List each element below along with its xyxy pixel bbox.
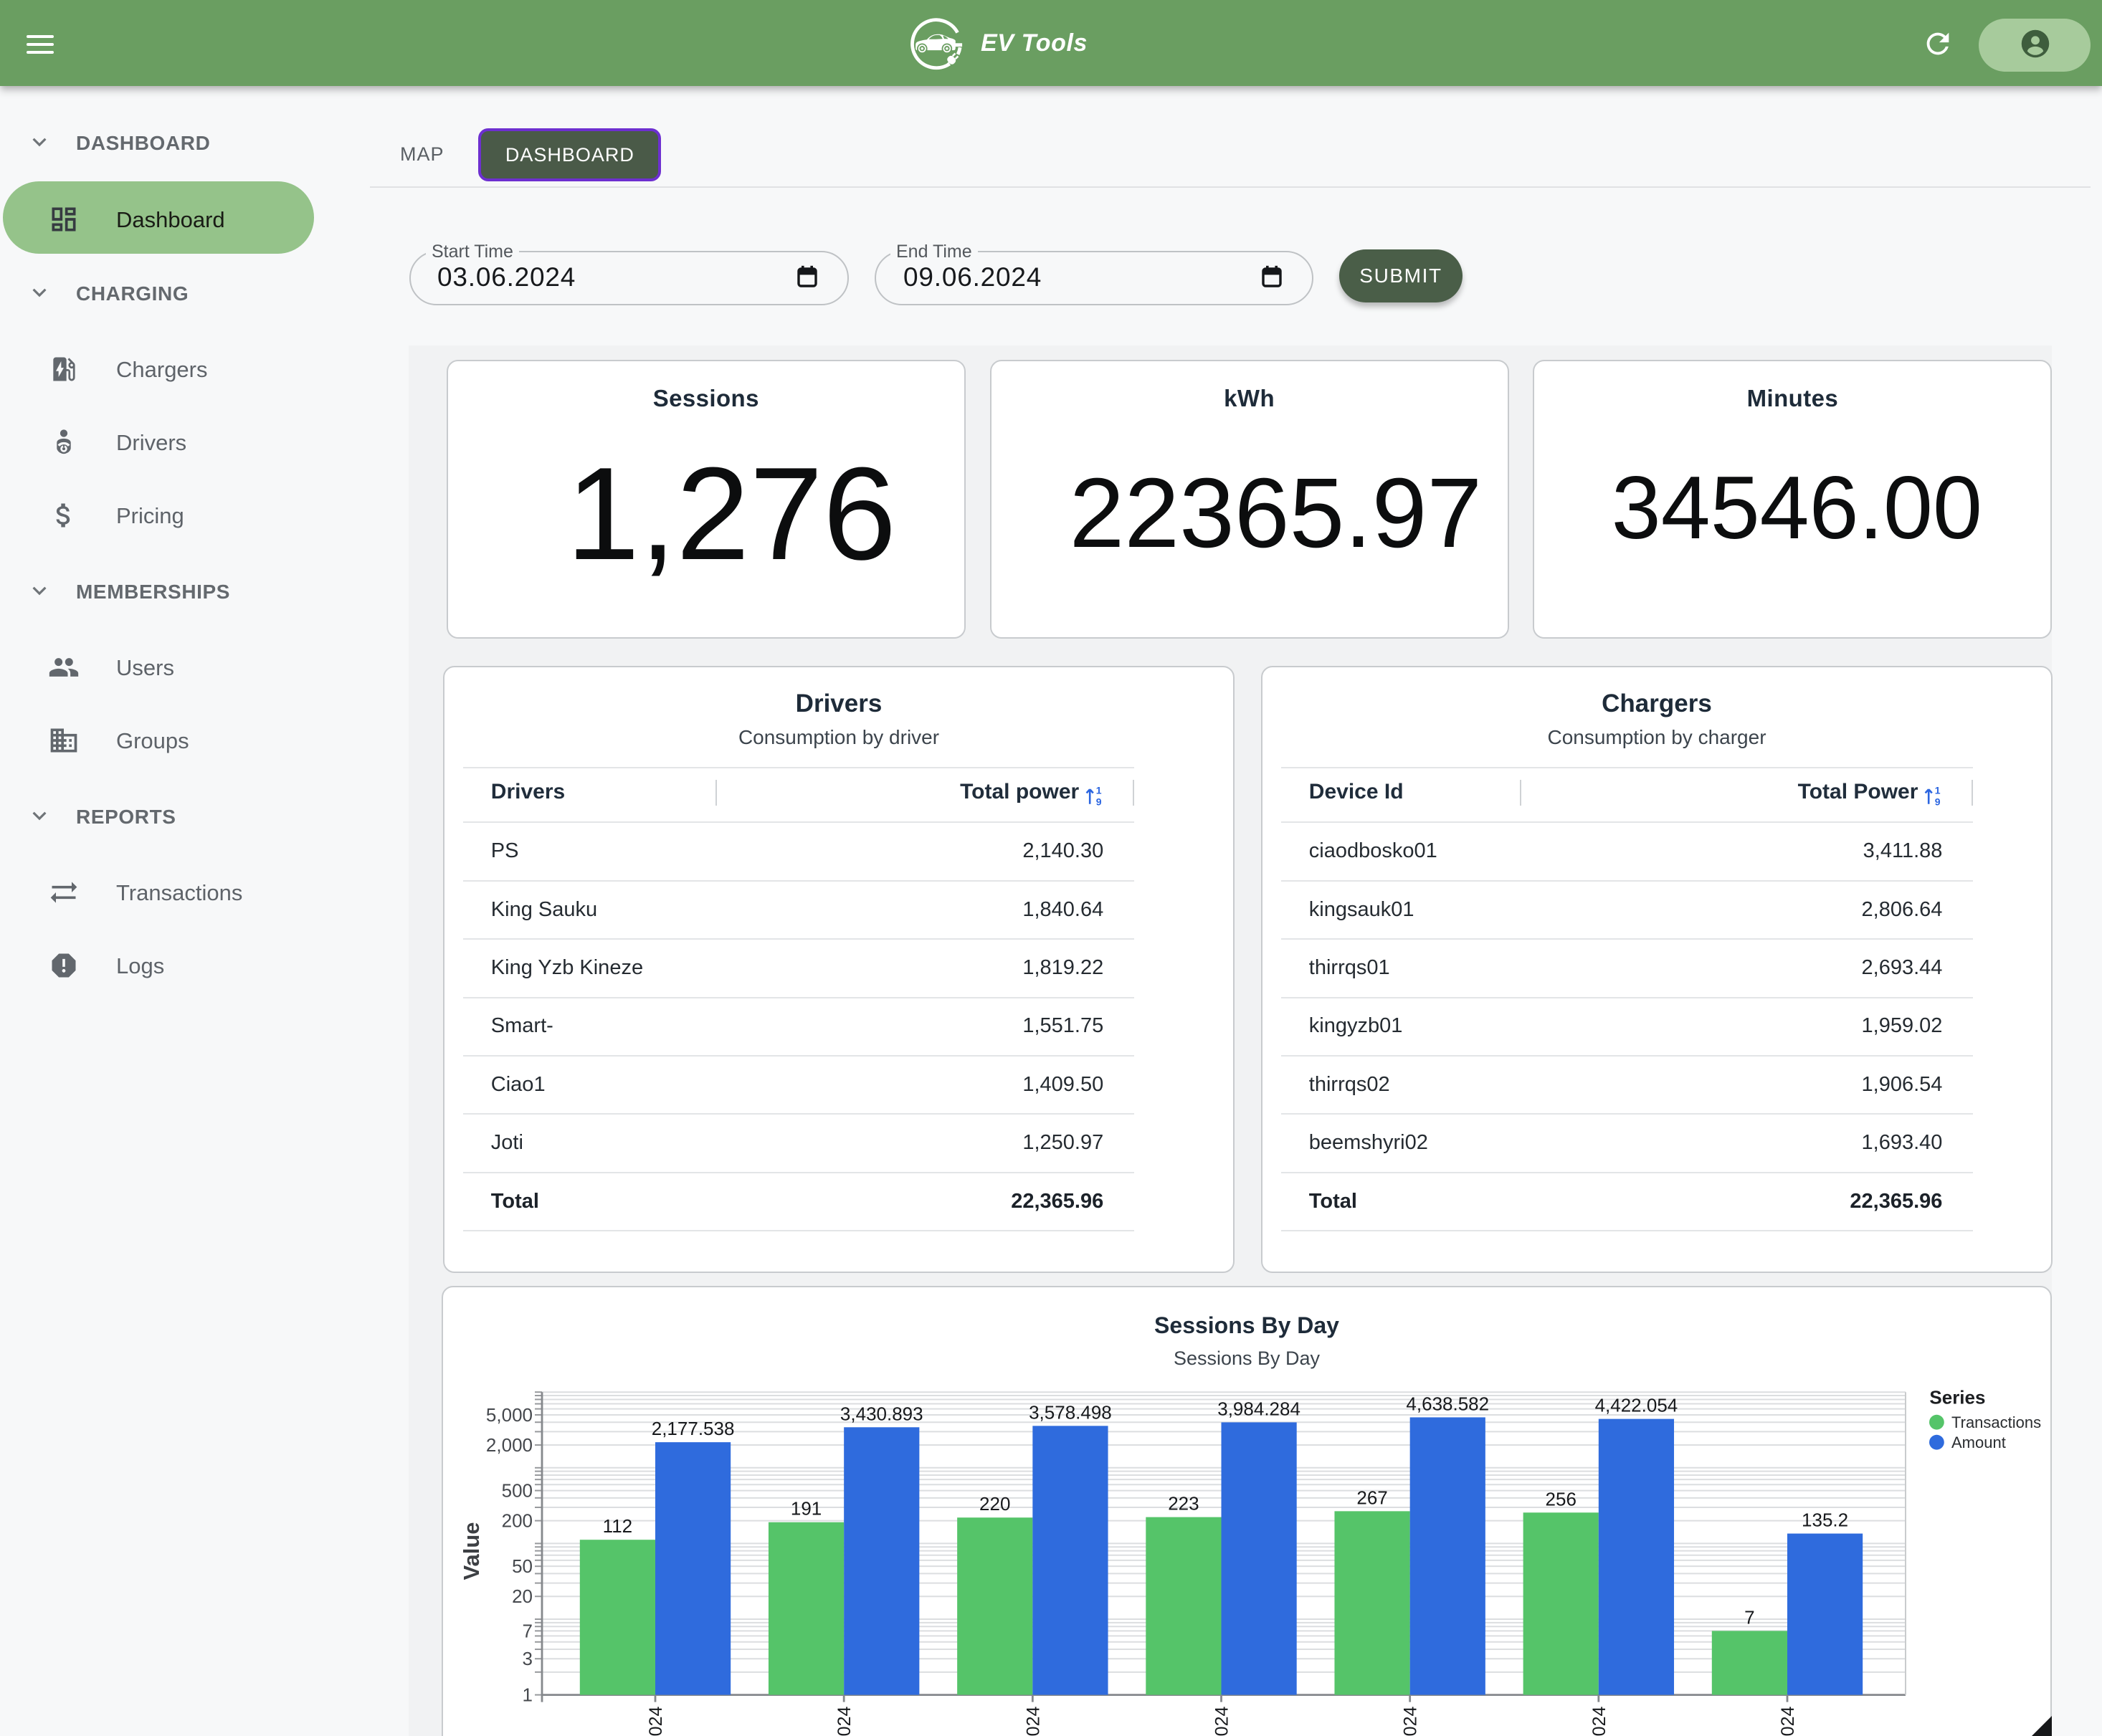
svg-text:256: 256	[1546, 1488, 1577, 1510]
svg-text:3,430.893: 3,430.893	[840, 1403, 923, 1424]
svg-text:135.2: 135.2	[1802, 1510, 1848, 1531]
svg-text:223: 223	[1168, 1493, 1199, 1515]
svg-text:191: 191	[791, 1498, 822, 1520]
svg-text:Amount: Amount	[1951, 1434, 2006, 1451]
svg-text:500: 500	[502, 1480, 533, 1502]
svg-text:Value: Value	[459, 1522, 484, 1580]
svg-text:1: 1	[523, 1684, 533, 1706]
svg-text:08.06.2024: 08.06.2024	[1589, 1707, 1609, 1736]
svg-text:Series: Series	[1929, 1387, 1985, 1408]
svg-text:5,000: 5,000	[486, 1404, 533, 1426]
svg-text:1: 1	[1096, 785, 1102, 796]
svg-text:267: 267	[1356, 1487, 1387, 1508]
svg-text:09.06.2024: 09.06.2024	[1778, 1707, 1798, 1736]
svg-text:200: 200	[502, 1510, 533, 1532]
svg-text:3,578.498: 3,578.498	[1029, 1401, 1112, 1423]
svg-text:4,638.582: 4,638.582	[1406, 1393, 1489, 1414]
svg-text:4,422.054: 4,422.054	[1595, 1395, 1678, 1416]
svg-text:07.06.2024: 07.06.2024	[1401, 1707, 1421, 1736]
svg-text:05.06.2024: 05.06.2024	[1023, 1707, 1043, 1736]
svg-text:06.06.2024: 06.06.2024	[1212, 1707, 1232, 1736]
svg-text:Transactions: Transactions	[1951, 1413, 2041, 1431]
svg-text:20: 20	[512, 1585, 533, 1607]
svg-text:9: 9	[1935, 796, 1941, 806]
svg-text:2,177.538: 2,177.538	[652, 1418, 735, 1439]
svg-text:3,984.284: 3,984.284	[1217, 1398, 1300, 1419]
svg-text:7: 7	[523, 1620, 533, 1641]
svg-text:112: 112	[603, 1515, 632, 1537]
svg-text:1: 1	[1935, 785, 1941, 796]
svg-text:3: 3	[523, 1648, 533, 1669]
svg-text:03.06.2024: 03.06.2024	[646, 1707, 666, 1736]
svg-text:2,000: 2,000	[486, 1434, 533, 1456]
svg-text:220: 220	[979, 1493, 1010, 1515]
svg-text:04.06.2024: 04.06.2024	[834, 1707, 855, 1736]
svg-text:7: 7	[1744, 1606, 1754, 1628]
svg-text:9: 9	[1096, 796, 1102, 806]
svg-text:50: 50	[512, 1555, 533, 1577]
